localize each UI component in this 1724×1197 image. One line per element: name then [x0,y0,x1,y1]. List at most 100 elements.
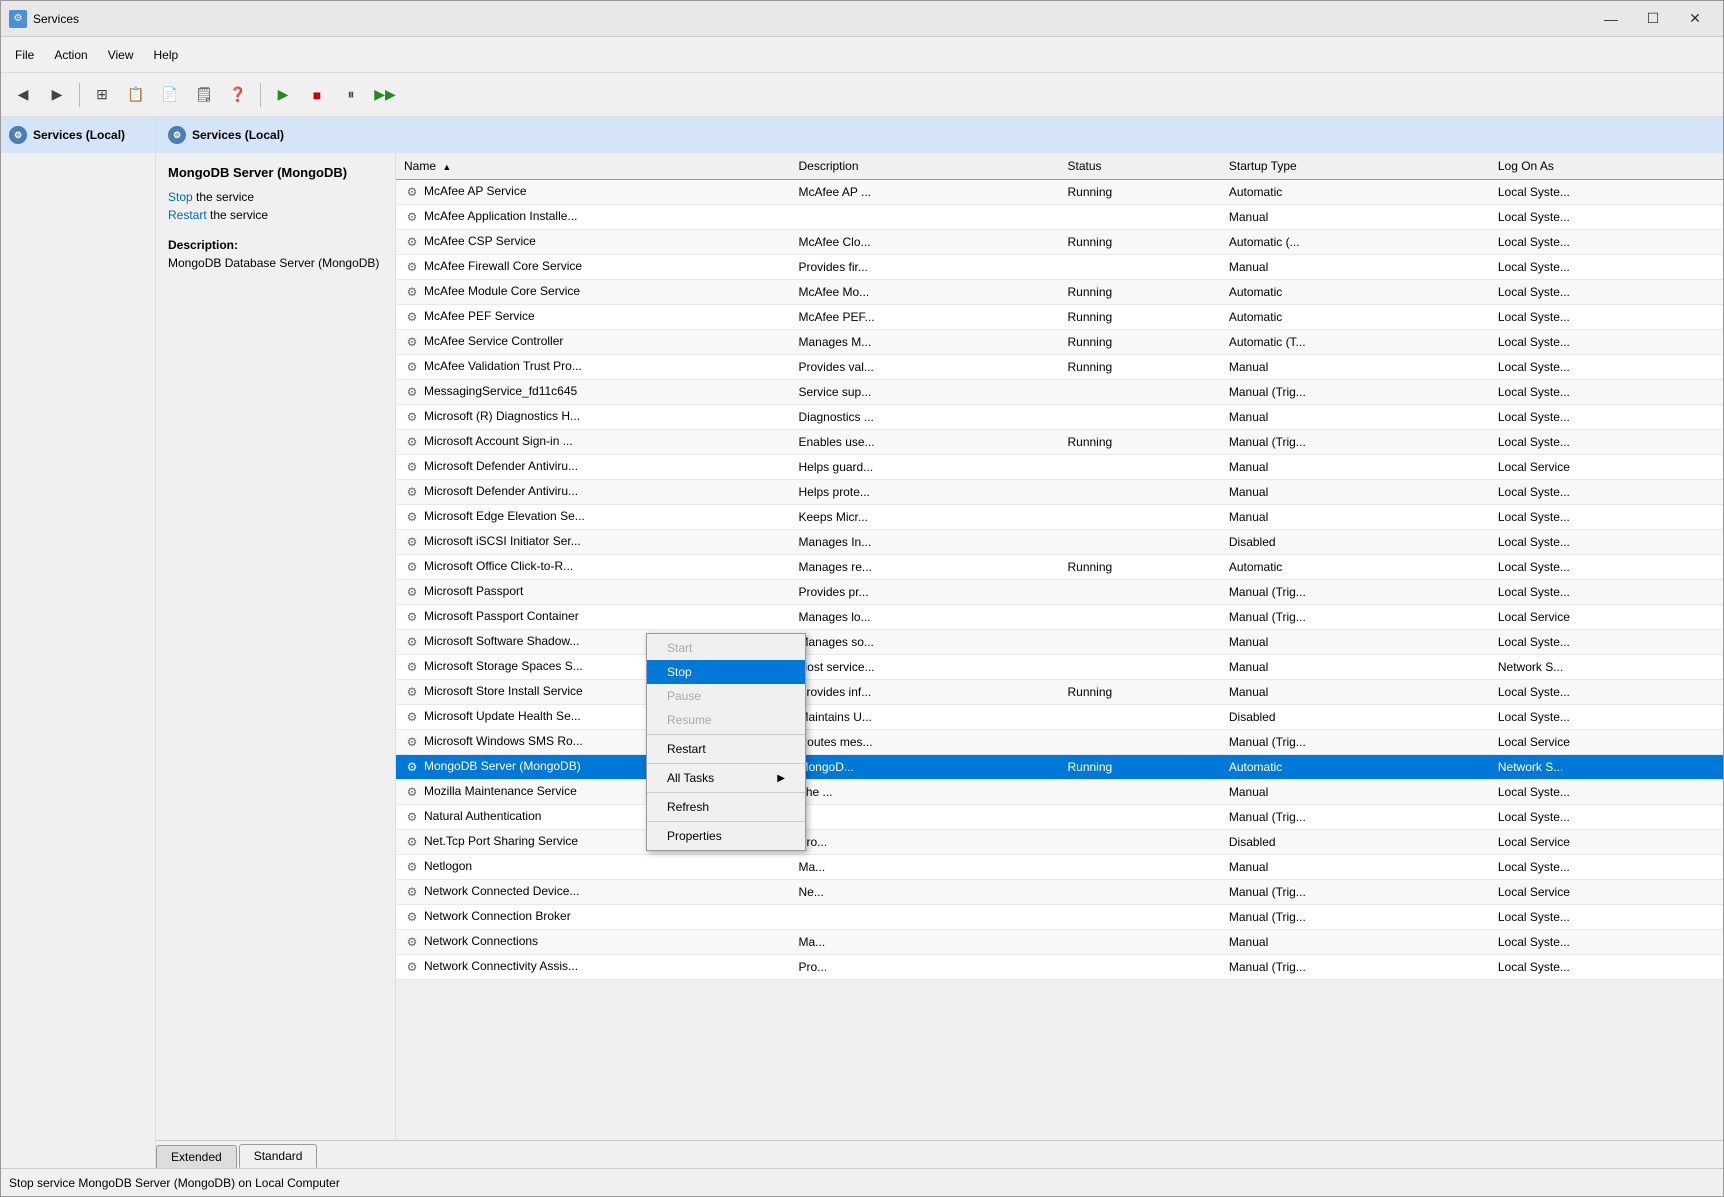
main-window: ⚙ Services — ☐ ✕ File Action View Help ◀… [0,0,1724,1197]
service-logon-cell: Local Syste... [1490,855,1723,880]
table-row[interactable]: ⚙MessagingService_fd11c645Service sup...… [396,380,1723,405]
service-logon-cell: Local Service [1490,830,1723,855]
context-stop[interactable]: Stop [647,660,805,684]
table-row[interactable]: ⚙McAfee PEF ServiceMcAfee PEF...RunningA… [396,305,1723,330]
maximize-button[interactable]: ☐ [1633,5,1673,33]
service-startup-cell: Automatic (... [1221,230,1490,255]
show-console-button[interactable]: 📋 [120,79,152,111]
context-properties[interactable]: Properties [647,824,805,848]
forward-button[interactable]: ▶ [41,79,73,111]
service-name-cell: ⚙Microsoft Defender Antiviru... [396,455,791,480]
table-row[interactable]: ⚙MongoDB Server (MongoDB)MongoD...Runnin… [396,755,1723,780]
table-row[interactable]: ⚙McAfee Service ControllerManages M...Ru… [396,330,1723,355]
tab-extended[interactable]: Extended [156,1145,237,1168]
table-row[interactable]: ⚙Microsoft Windows SMS Ro...Routes mes..… [396,730,1723,755]
properties-button[interactable]: 🗒 [188,79,220,111]
table-row[interactable]: ⚙Microsoft Edge Elevation Se...Keeps Mic… [396,505,1723,530]
service-gear-icon: ⚙ [404,584,420,600]
service-logon-cell: Local Service [1490,605,1723,630]
services-table-container[interactable]: Name ▲ Description Status Startup Type L… [396,153,1723,1140]
menu-view[interactable]: View [98,44,144,66]
table-row[interactable]: ⚙Network ConnectionsMa...ManualLocal Sys… [396,930,1723,955]
context-all-tasks[interactable]: All Tasks ▶ [647,766,805,790]
tab-standard[interactable]: Standard [239,1144,318,1168]
service-status-cell [1059,455,1220,480]
context-start[interactable]: Start [647,636,805,660]
table-row[interactable]: ⚙Microsoft Passport ContainerManages lo.… [396,605,1723,630]
service-logon-cell: Network S... [1490,655,1723,680]
table-row[interactable]: ⚙Microsoft Update Health Se...Maintains … [396,705,1723,730]
service-desc-cell [791,205,1060,230]
table-row[interactable]: ⚙Microsoft Office Click-to-R...Manages r… [396,555,1723,580]
view-button[interactable]: ⊞ [86,79,118,111]
table-row[interactable]: ⚙McAfee Module Core ServiceMcAfee Mo...R… [396,280,1723,305]
service-gear-icon: ⚙ [404,459,420,475]
service-startup-cell: Manual [1221,255,1490,280]
col-header-logon[interactable]: Log On As [1490,153,1723,180]
service-status-cell [1059,205,1220,230]
table-row[interactable]: ⚙McAfee Validation Trust Pro...Provides … [396,355,1723,380]
table-row[interactable]: ⚙Net.Tcp Port Sharing ServicePro...Disab… [396,830,1723,855]
context-restart[interactable]: Restart [647,737,805,761]
service-desc-cell: Diagnostics ... [791,405,1060,430]
table-row[interactable]: ⚙Microsoft (R) Diagnostics H...Diagnosti… [396,405,1723,430]
stop-service-link[interactable]: Stop the service [168,190,383,204]
service-logon-cell: Local Syste... [1490,205,1723,230]
table-row[interactable]: ⚙Microsoft Software Shadow...Manages so.… [396,630,1723,655]
service-desc-cell: Provides pr... [791,580,1060,605]
close-button[interactable]: ✕ [1675,5,1715,33]
table-row[interactable]: ⚙Microsoft Store Install ServiceProvides… [396,680,1723,705]
table-row[interactable]: ⚙Microsoft Defender Antiviru...Helps gua… [396,455,1723,480]
menu-action[interactable]: Action [44,44,97,66]
col-header-startup[interactable]: Startup Type [1221,153,1490,180]
service-startup-cell: Manual [1221,355,1490,380]
col-header-status[interactable]: Status [1059,153,1220,180]
menu-help[interactable]: Help [144,44,189,66]
table-row[interactable]: ⚙Microsoft Storage Spaces S...Host servi… [396,655,1723,680]
back-button[interactable]: ◀ [7,79,39,111]
panel-icon: ⚙ [168,126,186,144]
export-button[interactable]: 📄 [154,79,186,111]
table-row[interactable]: ⚙McAfee CSP ServiceMcAfee Clo...RunningA… [396,230,1723,255]
restart-service-link[interactable]: Restart the service [168,208,383,222]
context-pause[interactable]: Pause [647,684,805,708]
sidebar-title: Services (Local) [33,128,125,142]
service-gear-icon: ⚙ [404,359,420,375]
table-row[interactable]: ⚙Network Connectivity Assis...Pro...Manu… [396,955,1723,980]
table-row[interactable]: ⚙McAfee Firewall Core ServiceProvides fi… [396,255,1723,280]
table-row[interactable]: ⚙Microsoft iSCSI Initiator Ser...Manages… [396,530,1723,555]
table-row[interactable]: ⚙Natural AuthenticationManual (Trig...Lo… [396,805,1723,830]
context-resume[interactable]: Resume [647,708,805,732]
service-logon-cell: Local Syste... [1490,280,1723,305]
resume-service-button[interactable]: ▶▶ [369,79,401,111]
description-label: Description: [168,238,383,252]
table-row[interactable]: ⚙Mozilla Maintenance ServiceThe ...Manua… [396,780,1723,805]
stop-service-button[interactable]: ■ [301,79,333,111]
service-logon-cell: Local Syste... [1490,780,1723,805]
service-status-cell: Running [1059,230,1220,255]
start-service-button[interactable]: ▶ [267,79,299,111]
pause-service-button[interactable]: ⏸ [335,79,367,111]
split-view: MongoDB Server (MongoDB) Stop the servic… [156,153,1723,1140]
help-button[interactable]: ❓ [222,79,254,111]
table-row[interactable]: ⚙NetlogonMa...ManualLocal Syste... [396,855,1723,880]
table-row[interactable]: ⚙Network Connection BrokerManual (Trig..… [396,905,1723,930]
minimize-button[interactable]: — [1591,5,1631,33]
service-logon-cell: Local Syste... [1490,955,1723,980]
right-panel: ⚙ Services (Local) MongoDB Server (Mongo… [156,117,1723,1168]
service-status-cell [1059,505,1220,530]
table-row[interactable]: ⚙Microsoft Defender Antiviru...Helps pro… [396,480,1723,505]
context-refresh[interactable]: Refresh [647,795,805,819]
table-row[interactable]: ⚙McAfee Application Installe...ManualLoc… [396,205,1723,230]
menu-file[interactable]: File [5,44,44,66]
service-gear-icon: ⚙ [404,834,420,850]
service-startup-cell: Automatic [1221,280,1490,305]
service-desc-cell [791,805,1060,830]
col-header-description[interactable]: Description [791,153,1060,180]
service-logon-cell: Local Syste... [1490,930,1723,955]
table-row[interactable]: ⚙Microsoft PassportProvides pr...Manual … [396,580,1723,605]
col-header-name[interactable]: Name ▲ [396,153,791,180]
table-row[interactable]: ⚙Microsoft Account Sign-in ...Enables us… [396,430,1723,455]
table-row[interactable]: ⚙Network Connected Device...Ne...Manual … [396,880,1723,905]
table-row[interactable]: ⚙McAfee AP ServiceMcAfee AP ...RunningAu… [396,180,1723,205]
